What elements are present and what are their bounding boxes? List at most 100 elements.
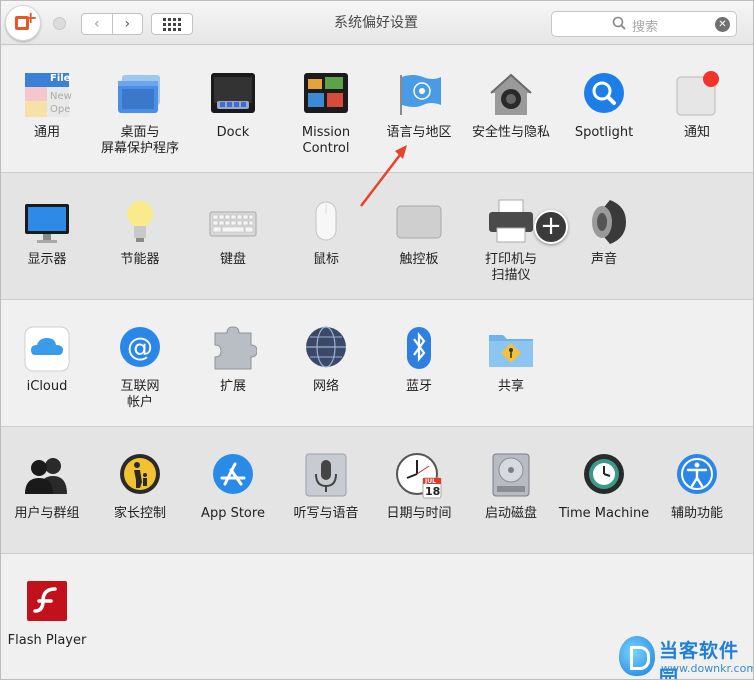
general-icon: File New Ope (23, 71, 72, 119)
toolbar: + ‹ › 系统偏好设置 搜索 ✕ (1, 1, 753, 45)
pane-label: 互联网 帐户 (120, 379, 160, 410)
pane-label: App Store (201, 506, 265, 521)
lightbulb-icon (116, 198, 164, 246)
svg-text:@: @ (127, 333, 153, 363)
pane-label: iCloud (26, 379, 68, 394)
pane-security[interactable]: 安全性与隐私 (465, 71, 557, 141)
mission-control-icon (302, 71, 350, 119)
pane-icloud[interactable]: iCloud (1, 325, 93, 395)
sharing-folder-icon (487, 325, 535, 373)
notifications-icon (673, 71, 721, 119)
pane-label: 网络 (312, 379, 339, 394)
mouse-icon (302, 198, 350, 246)
pane-network[interactable]: 网络 (280, 325, 372, 395)
speaker-icon (580, 198, 628, 246)
pane-displays[interactable]: 显示器 (1, 198, 93, 268)
pane-language-region[interactable]: 语言与地区 (373, 71, 465, 141)
pane-label: 键盘 (219, 252, 246, 267)
grid-icon (163, 17, 181, 31)
keyboard-icon (209, 198, 257, 246)
pane-energy-saver[interactable]: 节能器 (94, 198, 186, 268)
pane-label: Flash Player (7, 633, 87, 648)
pane-label: 安全性与隐私 (471, 125, 550, 140)
puzzle-icon (209, 325, 258, 373)
pane-date-time[interactable]: JUL 18 日期与时间 (373, 452, 465, 522)
pane-label: 打印机与 扫描仪 (484, 252, 537, 283)
pane-label: 辅助功能 (670, 506, 723, 521)
pane-users-groups[interactable]: 用户与群组 (1, 452, 93, 522)
pane-app-store[interactable]: App Store (187, 452, 279, 522)
general-icon-text3: Ope (50, 104, 71, 115)
microphone-icon (302, 452, 350, 500)
window-title: 系统偏好设置 (334, 15, 418, 31)
pane-sharing[interactable]: 共享 (465, 325, 557, 395)
pane-label: 桌面与 屏幕保护程序 (100, 125, 179, 156)
pane-label: 节能器 (120, 252, 160, 267)
pane-label: Time Machine (558, 506, 650, 521)
pane-keyboard[interactable]: 键盘 (187, 198, 279, 268)
pane-bluetooth[interactable]: 蓝牙 (373, 325, 465, 395)
pane-label: 蓝牙 (405, 379, 432, 394)
system-preferences-window: + ‹ › 系统偏好设置 搜索 ✕ File New Ope 通用 桌面与 屏幕… (0, 0, 754, 680)
pane-label: Dock (216, 125, 250, 140)
calendar-day-text: 18 (425, 485, 441, 498)
pane-internet-accounts[interactable]: @ 互联网 帐户 (94, 325, 186, 411)
display-icon (23, 198, 71, 246)
search-field[interactable]: 搜索 ✕ (551, 11, 737, 37)
pane-general[interactable]: File New Ope 通用 (1, 71, 93, 141)
desktop-icon (116, 71, 164, 119)
nav-buttons: ‹ › (81, 13, 143, 35)
flash-player-icon (23, 579, 71, 627)
pane-label: 启动磁盘 (484, 506, 537, 521)
show-all-button[interactable] (151, 13, 193, 35)
pane-sound[interactable]: 声音 (558, 198, 650, 268)
search-icon (612, 16, 626, 30)
watermark-logo-icon (619, 636, 655, 676)
pane-extensions[interactable]: 扩展 (187, 325, 279, 395)
window-control-icon[interactable] (53, 17, 66, 30)
pane-label: 显示器 (27, 252, 67, 267)
icloud-icon (23, 325, 71, 373)
dock-icon (209, 71, 257, 119)
pane-dictation-speech[interactable]: 听写与语音 (280, 452, 372, 522)
pane-startup-disk[interactable]: 启动磁盘 (465, 452, 557, 522)
at-sign-icon: @ (116, 325, 164, 373)
pane-spotlight[interactable]: Spotlight (558, 71, 650, 141)
parental-controls-icon (116, 452, 164, 500)
pane-notifications[interactable]: 通知 (651, 71, 743, 141)
globe-icon (302, 325, 350, 373)
security-house-icon (487, 71, 535, 119)
pane-desktop[interactable]: 桌面与 屏幕保护程序 (94, 71, 186, 157)
watermark: 当客软件园 www.downkr.com (619, 634, 753, 679)
users-icon (23, 452, 71, 500)
pane-label: 用户与群组 (14, 506, 80, 521)
pane-parental-controls[interactable]: 家长控制 (94, 452, 186, 522)
app-store-icon (209, 452, 257, 500)
pane-label: 通知 (683, 125, 710, 140)
accessibility-icon (673, 452, 721, 500)
pane-flash-player[interactable]: Flash Player (1, 579, 93, 649)
hard-disk-icon (487, 452, 535, 500)
back-button[interactable]: ‹ (82, 14, 112, 34)
pane-accessibility[interactable]: 辅助功能 (651, 452, 743, 522)
pane-label: 鼠标 (312, 252, 339, 267)
clock-calendar-icon: JUL 18 (395, 452, 443, 500)
add-button[interactable]: + (534, 210, 568, 244)
pane-label: 听写与语音 (293, 506, 359, 521)
spotlight-icon (580, 71, 628, 119)
pane-label: 声音 (590, 252, 617, 267)
clear-search-button[interactable]: ✕ (715, 17, 730, 32)
pane-label: 通用 (33, 125, 60, 140)
pane-time-machine[interactable]: Time Machine (558, 452, 650, 522)
pane-label: 扩展 (219, 379, 246, 394)
badge-plus-icon: + (24, 8, 38, 27)
pane-label: Spotlight (574, 125, 634, 140)
time-machine-icon (580, 452, 628, 500)
bluetooth-icon (395, 325, 443, 373)
printer-icon (487, 198, 535, 246)
pane-dock[interactable]: Dock (187, 71, 279, 141)
general-icon-text2: New (50, 91, 72, 102)
add-app-badge-icon[interactable]: + (5, 5, 41, 41)
forward-button[interactable]: › (111, 14, 143, 34)
pane-label: 日期与时间 (386, 506, 452, 521)
